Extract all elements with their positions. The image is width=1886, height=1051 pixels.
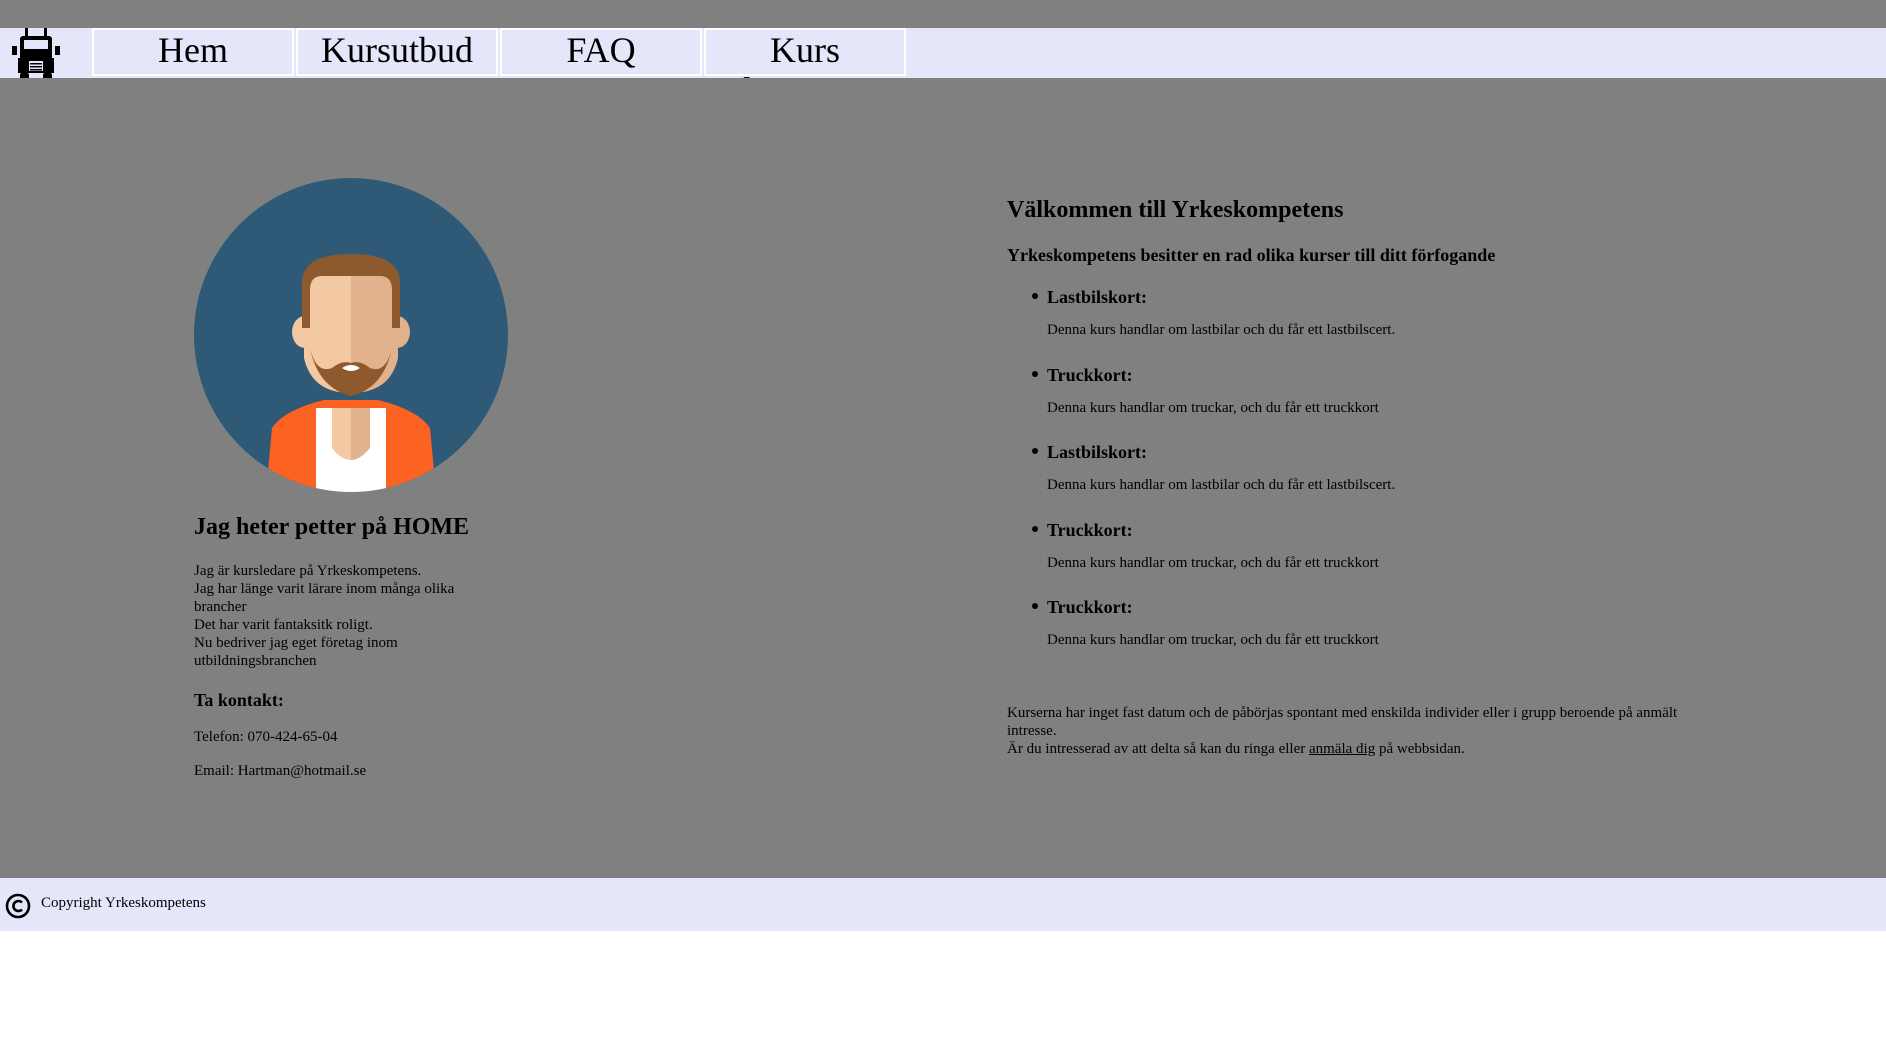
course-item: Truckkort: Denna kurs handlar om truckar…	[1007, 517, 1379, 595]
nav-kursutbud[interactable]: Kursutbud	[296, 28, 498, 76]
course-item: Truckkort: Denna kurs handlar om truckar…	[1007, 362, 1379, 440]
profile-title: Jag heter petter på HOME	[194, 514, 470, 540]
course-item: Lastbilskort: Denna kurs handlar om last…	[1007, 439, 1395, 517]
course-title: Lastbilskort:	[1047, 287, 1148, 307]
course-item: Truckkort: Denna kurs handlar om truckar…	[1007, 594, 1379, 672]
contact-heading: Ta kontakt:	[194, 690, 284, 710]
course-description: Denna kurs handlar om truckar, och du få…	[1047, 632, 1379, 648]
course-title: Truckkort:	[1047, 364, 1133, 385]
course-description: Denna kurs handlar om lastbilar och du f…	[1047, 477, 1396, 493]
footer	[0, 878, 1886, 931]
bio-line: Jag är kursledare på Yrkeskompetens.	[194, 563, 422, 579]
info-line: Är du intresserad av att delta så kan du…	[1007, 740, 1707, 758]
register-link[interactable]: anmäla dig	[1309, 741, 1375, 757]
truck-icon[interactable]	[12, 28, 60, 80]
course-title: Truckkort:	[1047, 597, 1133, 617]
course-description: Denna kurs handlar om truckar, och du få…	[1047, 399, 1379, 416]
bio-line: Nu bedriver jag eget företag inom utbild…	[194, 635, 398, 669]
course-info: Kurserna har inget fast datum och de påb…	[1007, 704, 1707, 758]
welcome-subheading: Yrkeskompetens besitter en rad olika kur…	[1007, 245, 1496, 265]
course-list: Lastbilskort: Denna kurs handlar om last…	[1007, 284, 1395, 672]
bio-line: Jag har länge varit lärare inom många ol…	[194, 581, 455, 615]
contact-email: Email: Hartman@hotmail.se	[194, 763, 367, 779]
contact-phone: Telefon: 070-424-65-04	[194, 729, 338, 745]
nav-faq[interactable]: FAQ	[500, 28, 702, 76]
info-text: Är du intresserad av att delta så kan du…	[1007, 741, 1309, 757]
profile-bio: Jag är kursledare på Yrkeskompetens. Jag…	[194, 562, 494, 670]
bio-line: Det har varit fantaksitk roligt.	[194, 617, 373, 633]
course-description: Denna kurs handlar om truckar, och du få…	[1047, 554, 1379, 571]
course-description: Denna kurs handlar om lastbilar och du f…	[1047, 322, 1396, 338]
course-title: Lastbilskort:	[1047, 442, 1148, 462]
info-line: Kurserna har inget fast datum och de påb…	[1007, 705, 1678, 739]
copyright-text: Copyright Yrkeskompetens	[41, 895, 206, 911]
copyright-icon	[5, 893, 31, 919]
top-strip	[0, 0, 1886, 28]
nav-kurs-litteratur[interactable]: Kurs litteratur	[704, 28, 906, 110]
nav-home[interactable]: Hem	[92, 28, 294, 76]
welcome-heading: Välkommen till Yrkeskompetens	[1007, 197, 1344, 223]
course-item: Lastbilskort: Denna kurs handlar om last…	[1007, 284, 1395, 362]
course-title: Truckkort:	[1047, 519, 1133, 540]
info-text: på webbsidan.	[1375, 741, 1465, 757]
avatar	[194, 178, 508, 492]
